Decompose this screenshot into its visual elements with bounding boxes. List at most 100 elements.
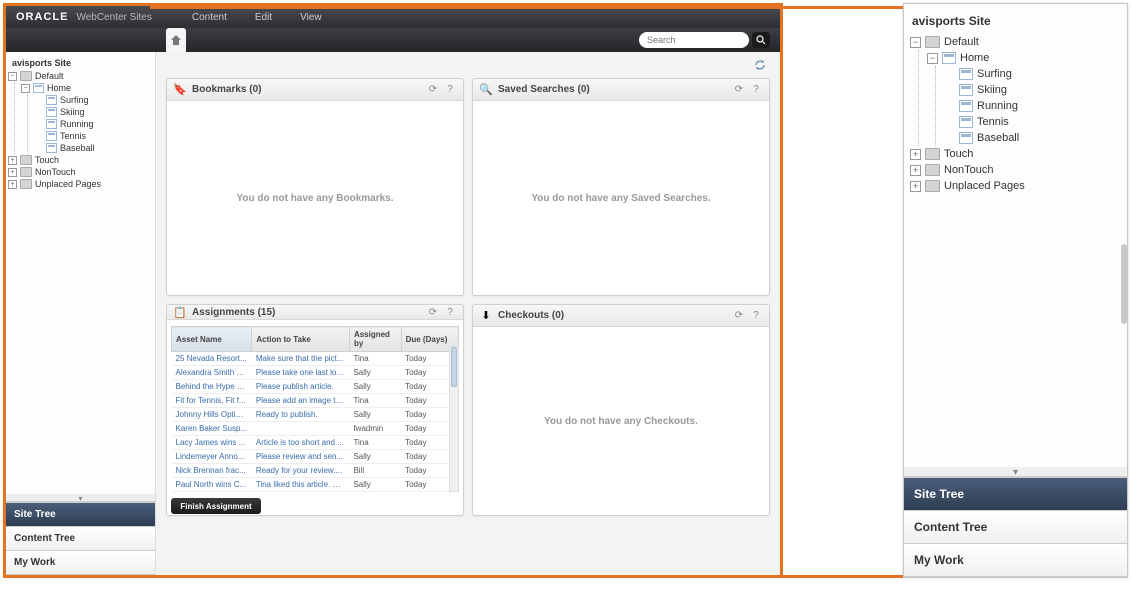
table-row[interactable]: Johnny Hills Optimi...Ready to publish.S… [172,408,459,422]
tree-node-default[interactable]: −Default [8,70,153,82]
cell-action[interactable]: Please add an image to... [252,394,350,408]
zoom-node-page[interactable]: Baseball [944,130,1121,146]
cell-action[interactable] [252,422,350,436]
table-row[interactable]: Karen Baker Susp...fwadminToday [172,422,459,436]
collapse-icon[interactable]: − [910,37,921,48]
zoom-tab-my-work[interactable]: My Work [904,544,1127,577]
menu-content[interactable]: Content [192,12,227,23]
panel-refresh-button[interactable]: ⟳ [732,309,746,323]
zoom-node-home[interactable]: −Home [927,50,1121,66]
finish-assignment-button[interactable]: Finish Assignment [171,498,261,514]
cell-action[interactable]: Please publish article. [252,380,350,394]
sidebar-collapse-handle[interactable]: ▾ [6,494,155,502]
cell-asset-name[interactable]: Behind the Hype o... [172,380,252,394]
cell-action[interactable]: Please take one last loo... [252,366,350,380]
table-row[interactable]: Paul North wins C...Tina liked this arti… [172,478,459,492]
table-scrollbar[interactable] [449,346,459,492]
tree-node-page[interactable]: Surfing [34,94,153,106]
table-row[interactable]: Lindemeyer Anno...Please review and sen.… [172,450,459,464]
cell-asset-name[interactable]: Lindemeyer Anno... [172,450,252,464]
expand-icon[interactable]: + [910,149,921,160]
sidebar-tabs: Site Tree Content Tree My Work [6,502,155,575]
zoom-node-default[interactable]: −Default [910,34,1121,50]
panel-refresh-button[interactable]: ⟳ [426,305,440,319]
table-row[interactable]: Alexandra Smith E...Please take one last… [172,366,459,380]
table-row[interactable]: Lacy James wins ...Article is too short … [172,436,459,450]
panel-checkouts-title: Checkouts (0) [498,310,729,321]
zoom-node-page[interactable]: Surfing [944,66,1121,82]
cell-asset-name[interactable]: Alexandra Smith E... [172,366,252,380]
clipboard-icon: 📋 [173,305,187,319]
menubar: Content Edit View [192,12,770,23]
sidebar-tab-site-tree[interactable]: Site Tree [6,503,155,527]
zoom-collapse-handle[interactable]: ▾ [904,467,1127,477]
cell-asset-name[interactable]: Paul North wins C... [172,478,252,492]
col-asset-name[interactable]: Asset Name [172,327,252,352]
tree-node-home[interactable]: −Home [21,82,153,94]
collapse-icon[interactable]: − [927,53,938,64]
search-input[interactable] [639,32,749,48]
zoom-tab-site-tree[interactable]: Site Tree [904,478,1127,511]
table-row[interactable]: 25 Nevada Resort...Make sure that the pi… [172,352,459,366]
cell-action[interactable]: Please review and sen... [252,450,350,464]
cell-action[interactable]: Make sure that the pict... [252,352,350,366]
col-action[interactable]: Action to Take [252,327,350,352]
menu-view[interactable]: View [300,12,322,23]
cell-action[interactable]: Article is too short and ... [252,436,350,450]
zoom-node-folder[interactable]: +Touch [910,146,1121,162]
cell-action[interactable]: Ready for your review.... [252,464,350,478]
dashboard-refresh-button[interactable] [752,58,768,72]
tree-node-folder[interactable]: +NonTouch [8,166,153,178]
tree-node-folder[interactable]: +Unplaced Pages [8,178,153,190]
tree-node-page[interactable]: Running [34,118,153,130]
panel-refresh-button[interactable]: ⟳ [732,83,746,97]
table-row[interactable]: Fit for Tennis, Fit f...Please add an im… [172,394,459,408]
zoom-tab-content-tree[interactable]: Content Tree [904,511,1127,544]
expand-icon[interactable]: + [8,168,17,177]
zoom-node-page[interactable]: Tennis [944,114,1121,130]
cell-asset-name[interactable]: 25 Nevada Resort... [172,352,252,366]
col-assigned-by[interactable]: Assigned by [349,327,401,352]
tree-node-page[interactable]: Baseball [34,142,153,154]
zoom-scrollbar[interactable] [1121,244,1127,324]
panel-help-button[interactable]: ? [443,83,457,97]
scrollbar-thumb[interactable] [451,347,457,387]
expand-icon[interactable]: + [910,181,921,192]
zoom-site-tree: avisports Site −Default −Home SurfingSki… [904,4,1127,467]
cell-assigned-by: Tina [349,352,401,366]
tree-node-folder[interactable]: +Touch [8,154,153,166]
expand-icon[interactable]: + [910,165,921,176]
cell-assigned-by: Sally [349,478,401,492]
zoom-node-page[interactable]: Running [944,98,1121,114]
search-button[interactable] [752,32,770,48]
sidebar-tab-my-work[interactable]: My Work [6,551,155,575]
dashboard: 🔖 Bookmarks (0) ⟳ ? You do not have any … [156,52,780,575]
collapse-icon[interactable]: − [21,84,30,93]
collapse-icon[interactable]: − [8,72,17,81]
panel-help-button[interactable]: ? [749,309,763,323]
menu-edit[interactable]: Edit [255,12,272,23]
home-tab[interactable] [166,28,186,52]
expand-icon[interactable]: + [8,156,17,165]
cell-action[interactable]: Ready to publish. [252,408,350,422]
tree-node-page[interactable]: Tennis [34,130,153,142]
panel-refresh-button[interactable]: ⟳ [426,83,440,97]
panel-help-button[interactable]: ? [443,305,457,319]
cell-asset-name[interactable]: Fit for Tennis, Fit f... [172,394,252,408]
cell-asset-name[interactable]: Nick Brennan frac... [172,464,252,478]
zoom-node-page[interactable]: Skiing [944,82,1121,98]
zoom-node-folder[interactable]: +NonTouch [910,162,1121,178]
page-icon [46,119,57,129]
page-icon [942,52,956,64]
cell-asset-name[interactable]: Lacy James wins ... [172,436,252,450]
panel-help-button[interactable]: ? [749,83,763,97]
cell-action[interactable]: Tina liked this article. Pl... [252,478,350,492]
table-row[interactable]: Nick Brennan frac...Ready for your revie… [172,464,459,478]
cell-asset-name[interactable]: Johnny Hills Optimi... [172,408,252,422]
tree-node-page[interactable]: Skiing [34,106,153,118]
cell-asset-name[interactable]: Karen Baker Susp... [172,422,252,436]
zoom-node-folder[interactable]: +Unplaced Pages [910,178,1121,194]
table-row[interactable]: Behind the Hype o...Please publish artic… [172,380,459,394]
expand-icon[interactable]: + [8,180,17,189]
sidebar-tab-content-tree[interactable]: Content Tree [6,527,155,551]
